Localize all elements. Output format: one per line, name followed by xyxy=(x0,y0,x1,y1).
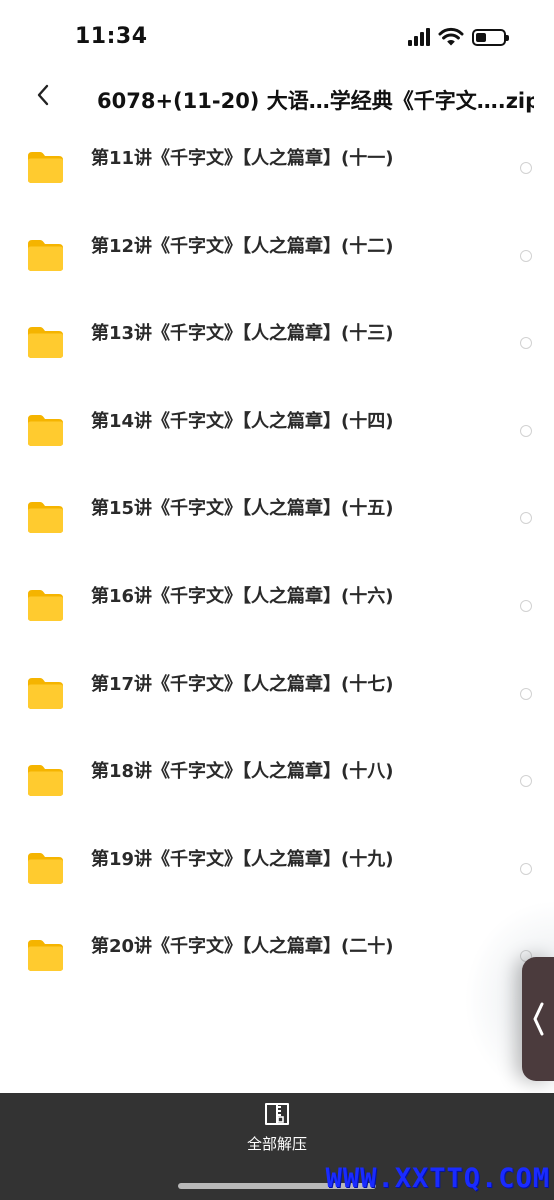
file-name: 第11讲《千字文》【人之篇章】(十一) xyxy=(91,148,394,169)
file-name: 第18讲《千字文》【人之篇章】(十八) xyxy=(91,761,394,783)
file-name: 第20讲《千字文》【人之篇章】(二十) xyxy=(91,936,394,958)
select-radio[interactable] xyxy=(520,862,532,875)
select-radio[interactable] xyxy=(520,337,532,350)
file-name: 第17讲《千字文》【人之篇章】(十七) xyxy=(91,673,394,695)
status-icons xyxy=(408,26,509,48)
battery-icon xyxy=(472,28,509,46)
folder-icon xyxy=(28,765,63,797)
select-radio[interactable] xyxy=(520,512,532,525)
file-name: 第15讲《千字文》【人之篇章】(十五) xyxy=(91,498,394,520)
file-list: 第11讲《千字文》【人之篇章】(十一) 第12讲《千字文》【人之篇章】(十二) 第1… xyxy=(0,128,554,1004)
file-row[interactable]: 第15讲《千字文》【人之篇章】(十五) xyxy=(0,478,554,566)
status-bar: 11:34 xyxy=(0,0,554,72)
file-row[interactable]: 第13讲《千字文》【人之篇章】(十三) xyxy=(0,303,554,391)
file-row[interactable]: 第18讲《千字文》【人之篇章】(十八) xyxy=(0,741,554,829)
chevron-left-icon xyxy=(37,84,49,106)
file-name: 第19讲《千字文》【人之篇章】(十九) xyxy=(91,848,394,870)
file-row[interactable]: 第19讲《千字文》【人之篇章】(十九) xyxy=(0,829,554,917)
unzip-icon xyxy=(265,1103,289,1125)
select-radio[interactable] xyxy=(520,775,532,788)
folder-icon xyxy=(28,589,63,621)
signal-icon xyxy=(408,28,430,46)
folder-icon xyxy=(28,852,63,884)
file-row[interactable]: 第11讲《千字文》【人之篇章】(十一) xyxy=(0,128,554,216)
wifi-icon xyxy=(438,27,464,46)
select-radio[interactable] xyxy=(520,249,532,262)
watermark: WWW.XXTTQ.COM xyxy=(325,1163,550,1194)
extract-all-button[interactable]: 全部解压 xyxy=(232,1101,322,1161)
folder-icon xyxy=(28,940,63,972)
folder-icon xyxy=(28,239,63,271)
file-name: 第14讲《千字文》【人之篇章】(十四) xyxy=(91,410,394,432)
file-name: 第12讲《千字文》【人之篇章】(十二) xyxy=(91,235,394,257)
folder-icon xyxy=(28,677,63,709)
page-title: 6078+(11-20) 大语…学经典《千字文….zip xyxy=(97,89,534,113)
file-name: 第16讲《千字文》【人之篇章】(十六) xyxy=(91,585,394,607)
file-row[interactable]: 第12讲《千字文》【人之篇章】(十二) xyxy=(0,216,554,304)
side-drawer-handle[interactable] xyxy=(522,957,554,1081)
file-row[interactable]: 第16讲《千字文》【人之篇章】(十六) xyxy=(0,566,554,654)
chevron-left-icon xyxy=(533,1002,544,1036)
folder-icon xyxy=(28,327,63,359)
select-radio[interactable] xyxy=(520,599,532,612)
nav-bar: 6078+(11-20) 大语…学经典《千字文….zip xyxy=(0,72,554,128)
folder-icon xyxy=(28,152,63,183)
status-time: 11:34 xyxy=(75,24,148,49)
select-radio[interactable] xyxy=(520,162,532,174)
extract-all-label: 全部解压 xyxy=(246,1135,307,1153)
select-radio[interactable] xyxy=(520,687,532,700)
file-row[interactable]: 第20讲《千字文》【人之篇章】(二十) xyxy=(0,916,554,1004)
back-button[interactable] xyxy=(26,78,60,112)
file-row[interactable]: 第14讲《千字文》【人之篇章】(十四) xyxy=(0,391,554,479)
folder-icon xyxy=(28,414,63,446)
file-name: 第13讲《千字文》【人之篇章】(十三) xyxy=(91,323,394,345)
select-radio[interactable] xyxy=(520,424,532,437)
file-row[interactable]: 第17讲《千字文》【人之篇章】(十七) xyxy=(0,654,554,742)
folder-icon xyxy=(28,502,63,534)
